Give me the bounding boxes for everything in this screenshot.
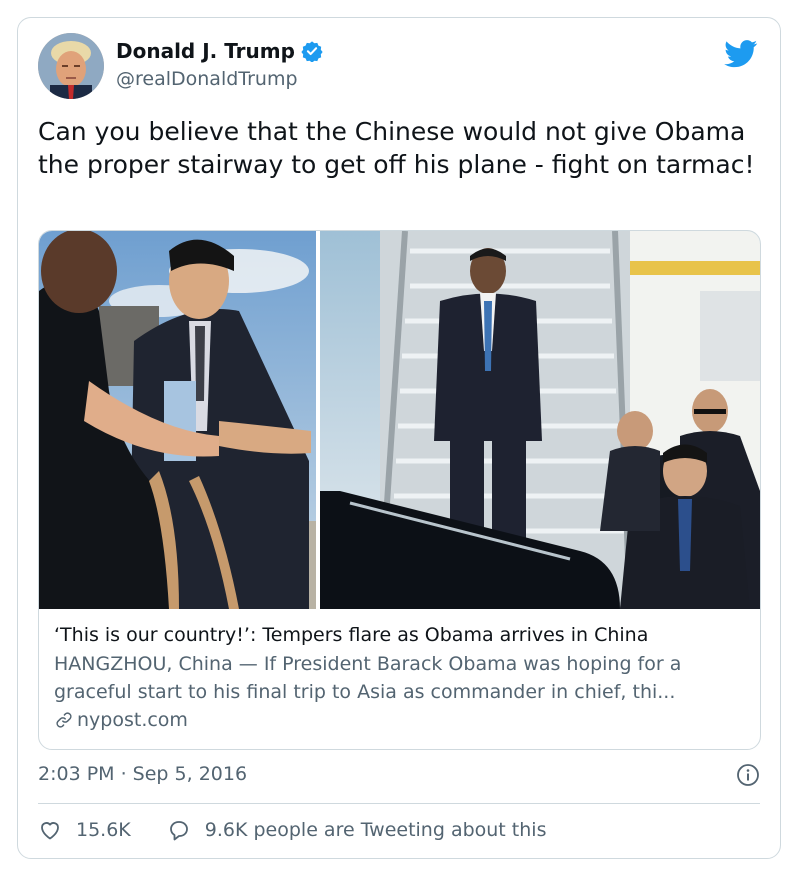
info-icon[interactable] bbox=[736, 763, 760, 787]
link-meta[interactable]: ‘This is our country!’: Tempers flare as… bbox=[54, 621, 749, 734]
tweet-card: Donald J. Trump @realDonaldTrump Can you… bbox=[17, 17, 781, 859]
profile-photo bbox=[38, 33, 104, 99]
author-name-row[interactable]: Donald J. Trump bbox=[116, 39, 323, 63]
display-name[interactable]: Donald J. Trump bbox=[116, 39, 295, 63]
avatar[interactable] bbox=[38, 33, 104, 99]
preview-image-right[interactable] bbox=[320, 231, 760, 609]
link-domain-row[interactable]: nypost.com bbox=[54, 706, 749, 734]
tweet-actions: 15.6K 9.6K people are Tweeting about thi… bbox=[38, 818, 546, 842]
like-button[interactable]: 15.6K bbox=[38, 818, 131, 842]
photo-airplane-stairs bbox=[320, 231, 760, 609]
link-preview-card[interactable]: ‘This is our country!’: Tempers flare as… bbox=[38, 230, 761, 750]
author-handle[interactable]: @realDonaldTrump bbox=[116, 68, 298, 90]
link-title[interactable]: ‘This is our country!’: Tempers flare as… bbox=[54, 621, 749, 649]
link-icon bbox=[56, 712, 72, 728]
tweet-timestamp[interactable]: 2:03 PM · Sep 5, 2016 bbox=[38, 763, 247, 785]
like-count: 15.6K bbox=[76, 819, 131, 841]
preview-image-left[interactable] bbox=[39, 231, 316, 609]
photo-tarmac-argument bbox=[39, 231, 316, 609]
link-preview-images[interactable] bbox=[39, 231, 760, 609]
reply-bubble-icon bbox=[169, 821, 188, 841]
tweet-text: Can you believe that the Chinese would n… bbox=[38, 117, 755, 179]
link-domain[interactable]: nypost.com bbox=[77, 706, 188, 734]
heart-icon bbox=[41, 822, 59, 840]
reply-button[interactable]: 9.6K people are Tweeting about this bbox=[167, 818, 547, 842]
link-description: HANGZHOU, China — If President Barack Ob… bbox=[54, 653, 682, 703]
verified-badge-icon bbox=[301, 41, 323, 62]
tweeting-about-label[interactable]: 9.6K people are Tweeting about this bbox=[205, 819, 547, 841]
twitter-bird-icon[interactable] bbox=[724, 40, 758, 68]
divider bbox=[38, 803, 760, 804]
